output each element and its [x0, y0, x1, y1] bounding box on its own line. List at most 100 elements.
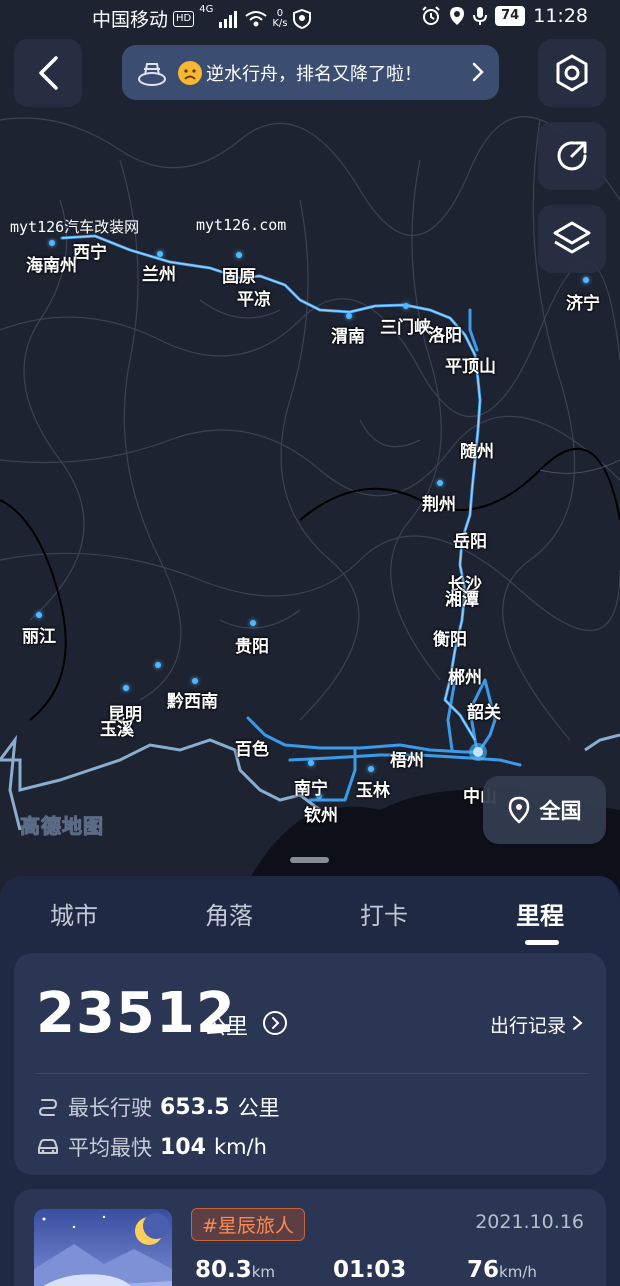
city-label: 洛阳: [428, 326, 462, 346]
amap-logo: 高德地图: [20, 814, 104, 839]
city-label: 湘潭: [445, 590, 479, 610]
city-label: 固原: [222, 267, 256, 287]
city-dot: [155, 662, 161, 668]
city-label: 丽江: [22, 627, 56, 647]
city-label: 南宁: [294, 779, 328, 799]
city-dot: [236, 252, 242, 258]
trip-distance-value: 80.3: [195, 1257, 252, 1283]
trip-distance-unit: km: [251, 1263, 276, 1281]
tab-city[interactable]: 城市: [50, 896, 98, 931]
city-label: 郴州: [448, 668, 482, 688]
longest-label: 最长行驶: [68, 1096, 152, 1120]
city-label: 兰州: [142, 265, 176, 285]
trip-record-item[interactable]: #星辰旅人 2021.10.16 80.3km 01:03 76km/h: [14, 1189, 606, 1286]
status-bar: 中国移动 HD 4G 0 K/s 74 11:28: [0, 0, 620, 34]
city-dot: [346, 313, 352, 319]
layers-button[interactable]: [538, 205, 606, 273]
city-dot: [403, 303, 409, 309]
banner-text: 逆水行舟，排名又降了啦！: [206, 63, 422, 85]
sheet-handle[interactable]: [290, 857, 329, 863]
trip-speed-value: 76: [467, 1257, 500, 1283]
tab-indicator: [525, 940, 559, 945]
longest-unit: 公里: [237, 1096, 280, 1120]
chevron-right-icon: [272, 1017, 280, 1029]
city-label: 济宁: [566, 294, 600, 314]
net-speed-unit: K/s: [272, 17, 288, 29]
alarm-icon: [422, 6, 440, 25]
chevron-right-icon: [472, 62, 484, 82]
wifi-icon: [245, 10, 267, 26]
city-label: 玉林: [356, 781, 390, 801]
city-label: 西宁: [73, 243, 107, 263]
fastest-unit: km/h: [213, 1135, 267, 1159]
hd-badge: HD: [173, 10, 195, 27]
city-label: 平凉: [237, 290, 271, 310]
share-icon: [557, 141, 587, 171]
fastest-avg-row: 平均最快 104 km/h: [36, 1132, 267, 1162]
signal-icon: [219, 10, 238, 28]
fastest-value: 104: [160, 1134, 206, 1160]
total-distance-unit: 公里: [204, 1015, 249, 1040]
city-dot: [36, 612, 42, 618]
trip-thumbnail: [34, 1209, 172, 1286]
city-label: 黔西南: [167, 692, 218, 712]
city-label: 衡阳: [433, 630, 467, 650]
city-dot: [368, 766, 374, 772]
microphone-icon: [473, 7, 488, 25]
city-dot: [192, 678, 198, 684]
car-icon: [38, 1139, 58, 1154]
tab-bar: 城市 角落 打卡 里程: [0, 896, 620, 940]
night-car-illustration: [34, 1213, 172, 1286]
city-label: 平顶山: [445, 357, 496, 377]
rank-banner[interactable]: 逆水行舟，排名又降了啦！: [122, 45, 499, 100]
location-pin-icon: [508, 796, 529, 824]
layers-icon: [553, 221, 591, 254]
tab-corner[interactable]: 角落: [205, 896, 253, 931]
city-dot: [308, 760, 314, 766]
net-speed: 0 K/s: [272, 8, 288, 29]
fastest-label: 平均最快: [68, 1136, 152, 1160]
map-view[interactable]: 西宁 海南州 兰州 固原 平凉 济宁 渭南 三门峡 洛阳 平顶山 随州 荆州 岳…: [0, 0, 620, 900]
nationwide-button[interactable]: 全国: [483, 776, 606, 844]
longest-drive-row: 最长行驶 653.5 公里: [36, 1092, 280, 1122]
city-dot: [250, 620, 256, 626]
city-label: 岳阳: [453, 532, 487, 552]
watermark-right: myt126.com: [196, 216, 287, 234]
trip-speed-unit: km/h: [499, 1263, 537, 1281]
city-label: 钦州: [304, 806, 338, 826]
chevron-left-icon: [39, 56, 58, 90]
chevron-right-icon: [573, 1016, 583, 1030]
watermark-left: myt126汽车改装网: [10, 218, 140, 236]
city-label: 渭南: [331, 327, 365, 347]
back-button[interactable]: [14, 39, 82, 107]
city-label: 荆州: [422, 495, 456, 515]
location-icon: [450, 7, 465, 25]
gear-icon: [556, 54, 588, 92]
city-dot: [49, 240, 55, 246]
shield-icon: [292, 8, 311, 29]
trip-duration: 01:03: [333, 1257, 407, 1283]
trip-record-link[interactable]: 出行记录: [490, 1011, 584, 1038]
tab-mileage[interactable]: 里程: [516, 896, 564, 931]
info-button[interactable]: [263, 1011, 287, 1035]
tab-checkin[interactable]: 打卡: [360, 896, 408, 931]
city-label: 三门峡: [380, 318, 431, 338]
trip-distance: 80.3km: [195, 1257, 275, 1283]
share-button[interactable]: [538, 122, 606, 190]
longest-value: 653.5: [160, 1094, 230, 1120]
city-dot: [157, 251, 163, 257]
route-icon: [38, 1099, 58, 1116]
mileage-summary-card: 23512 公里 出行记录 最长行驶 653.5 公里 平均最快 104 km/…: [14, 953, 606, 1175]
city-dot: [437, 480, 443, 486]
trip-date: 2021.10.16: [475, 1211, 584, 1233]
battery-indicator: 74: [495, 6, 526, 26]
city-dot: [123, 685, 129, 691]
network-type: 4G: [199, 4, 214, 15]
city-label: 随州: [460, 442, 494, 462]
city-label: 玉溪: [100, 720, 134, 740]
city-label: 百色: [235, 740, 269, 760]
settings-button[interactable]: [538, 39, 606, 107]
clock: 11:28: [533, 5, 588, 27]
mascot-icon: [138, 62, 166, 86]
divider: [36, 1073, 588, 1074]
